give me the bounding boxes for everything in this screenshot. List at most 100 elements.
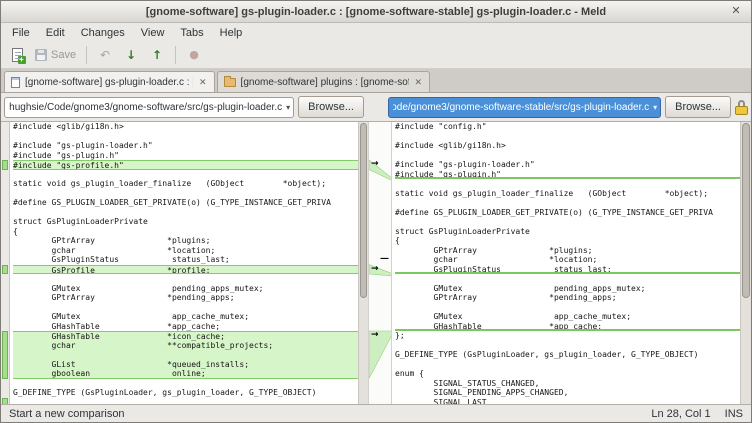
tab-bar: [gnome-software] gs-plugin-loader.c : [g… (1, 69, 751, 93)
code-line: #include "gs-plugin.h" (13, 151, 358, 161)
plus-icon: + (18, 56, 26, 64)
left-browse-button[interactable]: Browse... (298, 96, 364, 118)
left-change-map[interactable] (1, 122, 10, 404)
left-picker-group: me/hughsie/Code/gnome3/gnome-software/sr… (4, 96, 364, 118)
code-line (395, 274, 740, 284)
tab-plugins-folder[interactable]: [gnome-software] plugins : [gnome-soft ✕ (217, 71, 431, 92)
code-line: G_DEFINE_TYPE (GsPluginLoader, gs_plugin… (13, 388, 358, 398)
code-line (395, 198, 740, 208)
window-close-icon[interactable]: ✕ (728, 4, 744, 20)
left-scrollbar-thumb[interactable] (360, 123, 367, 298)
code-line: GPtrArray *pending_apps; (13, 293, 358, 303)
left-scrollbar[interactable] (358, 122, 368, 404)
code-line: GHashTable *app_cache; (13, 322, 358, 332)
left-code-pane[interactable]: #include <glib/gi18n.h> #include "gs-plug… (10, 122, 358, 404)
toolbar-separator (86, 46, 87, 64)
code-line: #include <glib/gi18n.h> (395, 141, 740, 151)
window-title: [gnome-software] gs-plugin-loader.c : [g… (146, 6, 606, 18)
code-line: GHashTable *icon_cache; (13, 331, 358, 341)
save-label: Save (51, 49, 76, 61)
save-icon (35, 49, 47, 61)
toolbar-separator (175, 46, 176, 64)
right-scrollbar-thumb[interactable] (742, 123, 750, 298)
insert-mode-indicator: INS (725, 408, 743, 420)
right-picker-group: hsie/Code/gnome3/gnome-software-stable/s… (388, 96, 748, 118)
code-line: G_DEFINE_TYPE (GsPluginLoader, gs_plugin… (395, 350, 740, 360)
tab-close-icon[interactable]: ✕ (198, 77, 208, 88)
menu-edit[interactable]: Edit (38, 25, 73, 41)
change-map-mark (2, 160, 8, 170)
next-change-button[interactable]: ↓ (119, 44, 143, 67)
code-line: #include "config.h" (395, 122, 740, 132)
menu-changes[interactable]: Changes (73, 25, 133, 41)
code-line: }; (395, 331, 740, 341)
previous-change-button[interactable]: ↑ (145, 44, 169, 67)
cursor-position: Ln 28, Col 1 (651, 408, 710, 420)
menu-help[interactable]: Help (212, 25, 251, 41)
diff-gutter: →—→→ (368, 122, 392, 404)
code-line (395, 360, 740, 370)
code-line (395, 151, 740, 161)
record-icon: ● (189, 49, 199, 61)
new-comparison-button[interactable]: + (5, 44, 29, 67)
right-scrollbar[interactable] (740, 122, 751, 404)
undo-button[interactable]: ↶ (93, 44, 117, 67)
left-file-combo[interactable]: me/hughsie/Code/gnome3/gnome-software/sr… (4, 97, 294, 118)
code-line (13, 350, 358, 360)
code-line (13, 170, 358, 180)
code-line (13, 208, 358, 218)
code-line: #include "gs-plugin-loader.h" (395, 160, 740, 170)
code-line: GList *queued_installs; (13, 360, 358, 370)
code-line: GPtrArray *plugins; (395, 246, 740, 256)
code-line: #define GS_PLUGIN_LOADER_GET_PRIVATE(o) … (395, 208, 740, 218)
code-line: GsPluginStatus status_last; (395, 265, 740, 275)
arrow-up-icon: ↑ (152, 49, 162, 61)
code-line (395, 132, 740, 142)
toolbar: + Save ↶ ↓ ↑ ● (1, 42, 751, 69)
code-line (13, 303, 358, 313)
code-line (395, 217, 740, 227)
code-line: enum { (395, 369, 740, 379)
code-line: SIGNAL_STATUS_CHANGED, (395, 379, 740, 389)
tab-close-icon[interactable]: ✕ (414, 77, 424, 88)
code-line: { (395, 236, 740, 246)
titlebar[interactable]: [gnome-software] gs-plugin-loader.c : [g… (1, 1, 751, 23)
code-line: #include <glib/gi18n.h> (13, 122, 358, 132)
new-document-icon: + (12, 48, 23, 62)
code-line (13, 132, 358, 142)
statusbar: Start a new comparison Ln 28, Col 1 INS (1, 404, 751, 422)
push-change-right-arrow-icon[interactable]: → (371, 159, 379, 169)
code-line (395, 303, 740, 313)
code-line: GMutex pending_apps_mutex; (395, 284, 740, 294)
right-code-pane[interactable]: #include "config.h" #include <glib/gi18n.… (392, 122, 740, 404)
right-browse-button[interactable]: Browse... (665, 96, 731, 118)
code-line (13, 398, 358, 405)
code-line (395, 341, 740, 351)
code-line (13, 379, 358, 389)
code-line: static void gs_plugin_loader_finalize (G… (13, 179, 358, 189)
tab-gs-plugin-loader[interactable]: [gnome-software] gs-plugin-loader.c : [g… (4, 71, 215, 92)
push-change-right-arrow-icon[interactable]: → (371, 264, 379, 274)
code-line: GsProfile *profile; (13, 265, 358, 275)
code-line (13, 274, 358, 284)
code-line: struct GsPluginLoaderPrivate (13, 217, 358, 227)
code-line: struct GsPluginLoaderPrivate (395, 227, 740, 237)
record-button[interactable]: ● (182, 44, 206, 67)
push-change-right-arrow-icon[interactable]: → (371, 330, 379, 340)
code-line: GMutex app_cache_mutex; (13, 312, 358, 322)
menubar: File Edit Changes View Tabs Help (1, 23, 751, 42)
lock-icon (735, 100, 748, 115)
code-line: gboolean online; (13, 369, 358, 379)
code-line: GsPluginStatus status_last; (13, 255, 358, 265)
menu-file[interactable]: File (4, 25, 38, 41)
menu-tabs[interactable]: Tabs (172, 25, 211, 41)
change-map-mark (2, 398, 8, 405)
code-line: GMutex pending_apps_mutex; (13, 284, 358, 294)
tab-label: [gnome-software] plugins : [gnome-soft (241, 77, 409, 88)
code-line: gchar *location; (13, 246, 358, 256)
folder-icon (224, 78, 236, 87)
change-map-mark (2, 265, 8, 275)
menu-view[interactable]: View (133, 25, 173, 41)
right-file-combo[interactable]: hsie/Code/gnome3/gnome-software-stable/s… (388, 97, 661, 118)
save-button[interactable]: Save (31, 44, 80, 67)
